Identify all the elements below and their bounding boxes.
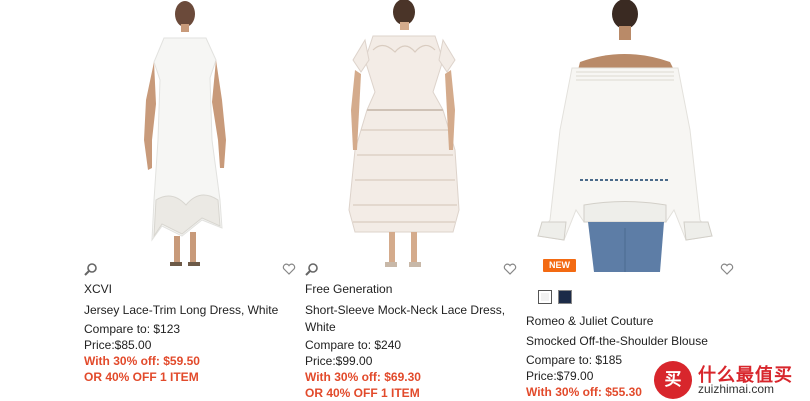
product-price: Price:$85.00	[84, 338, 152, 352]
product-card-2[interactable]: Free Generation Short-Sleeve Mock-Neck L…	[303, 0, 521, 401]
watermark-logo-mark: 买	[654, 361, 692, 399]
product-image-3[interactable]	[524, 0, 742, 272]
compare-price: Compare to: $240	[305, 338, 402, 352]
product-card-3[interactable]: Romeo & Juliet Couture Smocked Off-the-S…	[524, 0, 742, 401]
product-name[interactable]: Smocked Off-the-Shoulder Blouse	[526, 333, 738, 349]
promo-offer: OR 40% OFF 1 ITEM	[84, 370, 199, 384]
promo-offer: OR 40% OFF 1 ITEM	[305, 386, 420, 400]
sale-price: With 30% off: $59.50	[84, 354, 200, 368]
product-name[interactable]: Jersey Lace-Trim Long Dress, White	[84, 302, 296, 318]
product-price: Price:$99.00	[305, 354, 373, 368]
product-image-1[interactable]	[82, 0, 300, 272]
product-brand[interactable]: Romeo & Juliet Couture	[526, 313, 738, 329]
compare-price: Compare to: $123	[84, 322, 181, 336]
sale-price: With 30% off: $69.30	[305, 370, 421, 384]
product-card-1[interactable]: XCVI Jersey Lace-Trim Long Dress, White …	[82, 0, 300, 401]
product-brand[interactable]: XCVI	[84, 281, 296, 297]
watermark-domain: zuizhimai.com	[698, 382, 775, 396]
color-swatch-white[interactable]	[538, 290, 552, 304]
zoom-icon[interactable]	[84, 262, 98, 276]
product-image-2[interactable]	[303, 0, 521, 272]
heart-icon[interactable]	[720, 262, 734, 276]
new-badge: NEW	[543, 259, 576, 272]
zoom-icon[interactable]	[305, 262, 319, 276]
product-name-line-2[interactable]: White	[305, 319, 517, 335]
heart-icon[interactable]	[282, 262, 296, 276]
color-swatch-navy[interactable]	[558, 290, 572, 304]
product-name-line-1[interactable]: Short-Sleeve Mock-Neck Lace Dress,	[305, 302, 517, 318]
watermark-logo: 买 什么最值买 zuizhimai.com	[654, 357, 810, 401]
product-brand[interactable]: Free Generation	[305, 281, 517, 297]
heart-icon[interactable]	[503, 262, 517, 276]
product-name[interactable]: Short-Sleeve Mock-Neck Lace Dress, White	[305, 302, 517, 335]
